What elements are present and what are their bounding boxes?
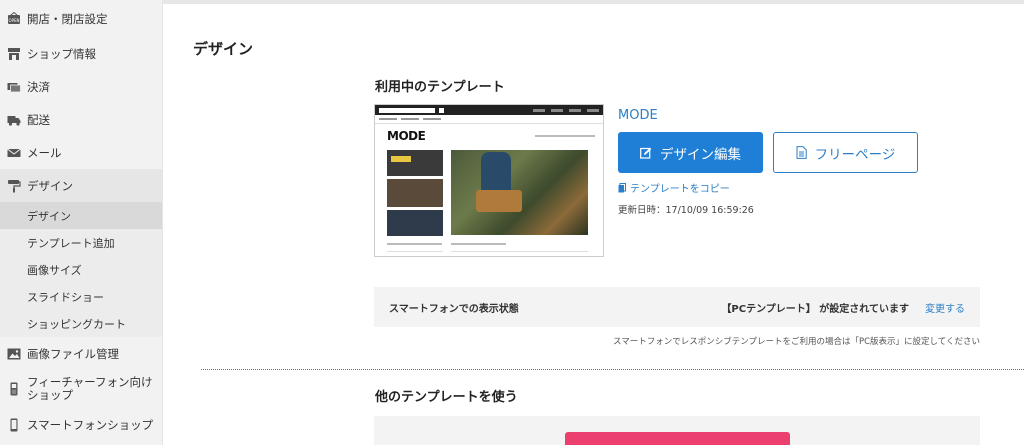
thumb-tile xyxy=(387,210,443,236)
sidebar-item-label: スマートフォンショップ xyxy=(27,417,154,432)
sidebar-item-label: 決済 xyxy=(27,79,50,94)
smartphone-display-label: スマートフォンでの表示状態 xyxy=(389,303,519,315)
design-edit-label: デザイン編集 xyxy=(660,146,741,163)
smartphone-display-panel: スマートフォンでの表示状態 【PCテンプレート】 が設定されています 変更する xyxy=(374,287,980,327)
document-icon xyxy=(796,146,807,159)
template-name: MODE xyxy=(618,108,658,123)
template-catalog-button[interactable] xyxy=(565,432,790,445)
sidebar-subitem-label: 画像サイズ xyxy=(27,263,82,277)
smartphone-display-status: 【PCテンプレート】 が設定されています xyxy=(721,303,909,315)
sidebar-subitem-slideshow[interactable]: スライドショー xyxy=(0,283,162,310)
smartphone-icon xyxy=(7,418,21,432)
template-thumbnail[interactable]: MODE xyxy=(374,104,604,257)
other-templates-panel xyxy=(374,416,980,445)
design-edit-button[interactable]: デザイン編集 xyxy=(618,132,763,173)
sidebar-item-label: 画像ファイル管理 xyxy=(27,346,119,361)
mail-icon xyxy=(7,146,21,160)
image-icon xyxy=(7,347,21,361)
section-divider xyxy=(201,369,1024,370)
sidebar-item-feature-phone[interactable]: フィーチャーフォン向けショップ xyxy=(0,370,162,408)
current-template-heading: 利用中のテンプレート xyxy=(375,80,505,95)
change-link[interactable]: 変更する xyxy=(925,300,965,315)
sidebar-item-design[interactable]: デザイン xyxy=(0,169,162,202)
copy-icon xyxy=(618,182,626,193)
thumb-hero-image xyxy=(451,150,588,235)
shop-icon xyxy=(7,47,21,61)
thumb-header-bar xyxy=(375,105,603,115)
sidebar-subitem-label: ショッピングカート xyxy=(27,317,126,331)
main-content: デザイン 利用中のテンプレート MODE MODE デザイン編集 フリーページ … xyxy=(163,4,1024,445)
free-page-label: フリーページ xyxy=(814,146,896,163)
sidebar-subitem-label: スライドショー xyxy=(27,290,104,304)
sidebar-item-label: デザイン xyxy=(27,178,73,193)
feature-phone-icon xyxy=(7,382,21,396)
sidebar-item-label: 配送 xyxy=(27,112,50,127)
thumb-sub-bar xyxy=(375,115,603,124)
sidebar: OPEN 開店・閉店設定 ショップ情報 決済 配送 メール デザイン デザイン … xyxy=(0,0,163,445)
sidebar-item-open-close[interactable]: OPEN 開店・閉店設定 xyxy=(0,0,162,37)
sidebar-item-label: 開店・閉店設定 xyxy=(27,11,108,26)
sidebar-item-payment[interactable]: 決済 xyxy=(0,70,162,103)
edit-icon xyxy=(640,147,652,159)
thumb-tile xyxy=(387,179,443,207)
sidebar-subitem-label: テンプレート追加 xyxy=(27,236,115,250)
sidebar-subitem-shopping-cart[interactable]: ショッピングカート xyxy=(0,310,162,337)
smartphone-note: スマートフォンでレスポンシブテンプレートをご利用の場合は「PC版表示」に設定して… xyxy=(612,337,980,347)
other-templates-heading: 他のテンプレートを使う xyxy=(375,390,518,405)
thumb-tile xyxy=(387,150,443,176)
free-page-button[interactable]: フリーページ xyxy=(773,132,918,173)
updated-timestamp: 更新日時：17/10/09 16:59:26 xyxy=(618,205,754,216)
sidebar-item-label: ショップ情報 xyxy=(27,46,96,61)
copy-template-label: テンプレートをコピー xyxy=(630,184,730,195)
sidebar-subitem-image-size[interactable]: 画像サイズ xyxy=(0,256,162,283)
sidebar-item-shop-info[interactable]: ショップ情報 xyxy=(0,37,162,70)
sidebar-subitem-add-template[interactable]: テンプレート追加 xyxy=(0,229,162,256)
page-title: デザイン xyxy=(193,40,254,58)
sidebar-subitem-design[interactable]: デザイン xyxy=(0,202,162,229)
thumb-logo: MODE xyxy=(387,129,426,143)
sidebar-item-smartphone[interactable]: スマートフォンショップ xyxy=(0,408,162,441)
sidebar-subitem-label: デザイン xyxy=(27,209,71,223)
open-sign-icon: OPEN xyxy=(7,11,21,26)
paint-roller-icon xyxy=(7,179,21,193)
sidebar-item-label: メール xyxy=(27,145,62,160)
sidebar-item-mail[interactable]: メール xyxy=(0,136,162,169)
app-root: OPEN 開店・閉店設定 ショップ情報 決済 配送 メール デザイン デザイン … xyxy=(0,0,1024,445)
sidebar-item-label: フィーチャーフォン向けショップ xyxy=(27,375,153,402)
svg-text:OPEN: OPEN xyxy=(8,18,19,23)
copy-template-link[interactable]: テンプレートをコピー xyxy=(618,180,730,195)
truck-icon xyxy=(7,113,21,127)
sidebar-item-image-files[interactable]: 画像ファイル管理 xyxy=(0,337,162,370)
sidebar-item-shipping[interactable]: 配送 xyxy=(0,103,162,136)
payment-icon xyxy=(7,80,21,94)
